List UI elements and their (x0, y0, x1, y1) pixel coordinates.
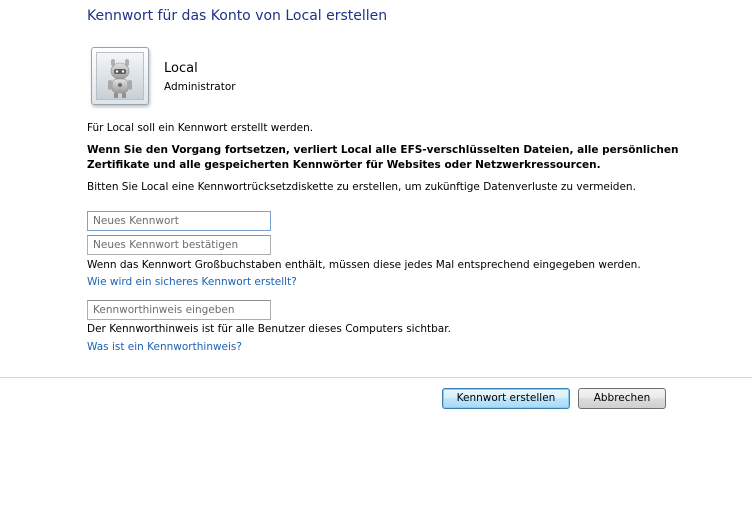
hint-visibility-note: Der Kennworthinweis ist für alle Benutze… (87, 323, 451, 335)
case-sensitivity-note: Wenn das Kennwort Großbuchstaben enthält… (87, 259, 641, 271)
password-hint-help-link[interactable]: Was ist ein Kennworthinweis? (87, 340, 242, 355)
create-password-page: Kennwort für das Konto von Local erstell… (0, 0, 752, 518)
info-text: Für Local soll ein Kennwort erstellt wer… (87, 122, 314, 134)
user-role: Administrator (164, 81, 236, 93)
robot-user-icon (96, 52, 144, 100)
new-password-input[interactable] (87, 211, 271, 231)
password-hint-input[interactable] (87, 300, 271, 320)
user-name: Local (164, 61, 198, 76)
create-password-button[interactable]: Kennwort erstellen (442, 388, 570, 409)
cancel-button[interactable]: Abbrechen (578, 388, 666, 409)
confirm-password-input[interactable] (87, 235, 271, 255)
divider (0, 377, 752, 378)
warning-text-line-1: Wenn Sie den Vorgang fortsetzen, verlier… (87, 144, 679, 156)
warning-text-line-2: Zertifikate und alle gespeicherten Kennw… (87, 159, 601, 171)
reset-disk-text: Bitten Sie Local eine Kennwortrücksetzdi… (87, 181, 636, 193)
page-title: Kennwort für das Konto von Local erstell… (87, 8, 388, 24)
secure-password-help-link[interactable]: Wie wird ein sicheres Kennwort erstellt? (87, 275, 297, 290)
avatar (91, 47, 149, 105)
